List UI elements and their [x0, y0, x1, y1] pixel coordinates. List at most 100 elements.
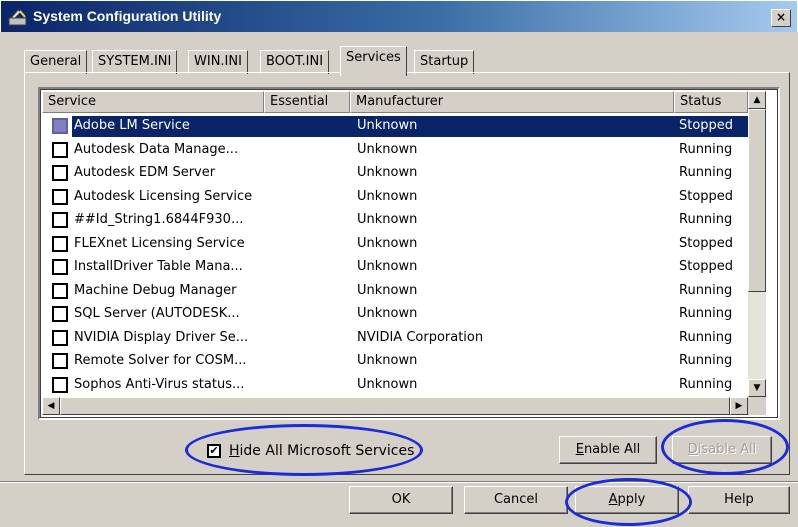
ok-button[interactable]: OK	[349, 486, 453, 514]
service-row[interactable]: Sophos Anti-Virus status... Unknown Runnin…	[42, 374, 762, 397]
scroll-right-button[interactable]: ▶	[730, 397, 748, 415]
service-checkbox[interactable]	[52, 376, 68, 393]
vertical-scrollbar[interactable]: ▲ ▼	[748, 91, 766, 397]
service-checkbox[interactable]	[52, 118, 68, 134]
system-config-app-icon	[8, 9, 27, 26]
tab-general[interactable]: General	[24, 50, 88, 74]
tab-system-ini[interactable]: SYSTEM.INI	[92, 50, 178, 74]
service-row[interactable]: Remote Solver for COSM... Unknown Running	[42, 350, 762, 373]
tab-services[interactable]: Services	[340, 46, 407, 76]
close-icon: ×	[775, 10, 787, 24]
service-row[interactable]: NVIDIA Display Driver Se... NVIDIA Corpor…	[42, 327, 762, 350]
column-header-status[interactable]: Status	[674, 91, 748, 113]
label-text: ide All Microsoft Services	[239, 443, 415, 459]
accelerator-key: A	[608, 492, 618, 507]
service-row[interactable]: Autodesk EDM Server Unknown Running	[42, 162, 762, 185]
scroll-left-button[interactable]: ◀	[42, 397, 60, 415]
scroll-down-button[interactable]: ▼	[748, 379, 766, 397]
hide-microsoft-services-label: Hide All Microsoft Services	[229, 443, 414, 459]
service-status: Running	[679, 282, 733, 298]
tab-startup[interactable]: Startup	[414, 50, 475, 74]
service-name: FLEXnet Licensing Service	[74, 235, 245, 251]
header-label: Manufacturer	[356, 94, 444, 109]
service-manufacturer: Unknown	[357, 141, 418, 157]
window-title: System Configuration Utility	[33, 8, 222, 24]
service-row[interactable]: SQL Server (AUTODESK... Unknown Running	[42, 303, 762, 326]
service-checkbox[interactable]	[52, 259, 68, 275]
service-checkbox[interactable]	[52, 353, 68, 369]
service-manufacturer: Unknown	[357, 353, 418, 368]
service-checkbox[interactable]	[52, 235, 68, 252]
header-label: Essential	[270, 94, 329, 109]
service-checkbox[interactable]	[52, 212, 68, 228]
service-row[interactable]: Autodesk Data Manage... Unknown Running	[42, 139, 762, 162]
apply-button[interactable]: Apply	[575, 486, 679, 514]
column-header-essential[interactable]: Essential	[264, 91, 350, 113]
service-name: Remote Solver for COSM...	[74, 353, 247, 368]
service-row[interactable]: Adobe LM Service Unknown Stopped	[42, 115, 762, 138]
service-checkbox[interactable]	[52, 282, 68, 299]
accelerator-key: E	[575, 442, 584, 457]
enable-all-button[interactable]: Enable All	[559, 436, 657, 464]
service-status: Running	[679, 212, 733, 227]
service-name: Autodesk EDM Server	[74, 165, 216, 180]
service-status: Running	[679, 329, 733, 345]
service-row[interactable]: Machine Debug Manager Unknown Running	[42, 280, 762, 303]
button-label: pply	[617, 492, 646, 507]
service-manufacturer: Unknown	[357, 259, 418, 274]
horizontal-scrollbar[interactable]: ◀ ▶	[42, 397, 748, 415]
service-row[interactable]: ##Id_String1.6844F930... Unknown Running	[42, 209, 762, 232]
tab-win-ini[interactable]: WIN.INI	[188, 50, 248, 74]
service-checkbox[interactable]	[52, 141, 68, 158]
service-status: Running	[679, 376, 733, 392]
disable-all-button[interactable]: Disable All	[672, 436, 772, 464]
tab-boot-ini[interactable]: BOOT.INI	[260, 50, 330, 74]
column-header-manufacturer[interactable]: Manufacturer	[350, 91, 674, 113]
button-label: isable All	[697, 442, 757, 457]
vertical-scroll-thumb[interactable]	[748, 109, 766, 292]
service-status: Running	[679, 306, 733, 321]
service-name: Adobe LM Service	[74, 118, 190, 133]
horizontal-scroll-thumb[interactable]	[60, 397, 730, 415]
column-header-service[interactable]: Service	[42, 91, 264, 113]
button-label: OK	[391, 492, 411, 507]
service-checkbox[interactable]	[52, 329, 68, 346]
service-status: Stopped	[679, 188, 734, 204]
arrow-up-icon: ▲	[753, 95, 761, 105]
scroll-corner	[748, 397, 766, 415]
scroll-up-button[interactable]: ▲	[748, 91, 766, 109]
title-bar[interactable]: System Configuration Utility ×	[0, 0, 798, 32]
service-name: InstallDriver Table Mana...	[74, 259, 243, 274]
service-name: SQL Server (AUTODESK...	[74, 306, 240, 321]
service-status: Stopped	[679, 118, 734, 133]
service-row[interactable]: FLEXnet Licensing Service Unknown Stopped	[42, 233, 762, 256]
service-name: ##Id_String1.6844F930...	[74, 212, 244, 227]
service-status: Running	[679, 353, 733, 368]
separator	[0, 481, 798, 483]
checkbox-box[interactable]: ✔	[207, 444, 221, 458]
arrow-right-icon: ▶	[735, 401, 743, 411]
cancel-button[interactable]: Cancel	[464, 486, 568, 514]
accelerator-key: D	[687, 442, 698, 457]
tab-label: Startup	[420, 54, 469, 69]
service-manufacturer: NVIDIA Corporation	[357, 329, 484, 345]
close-button[interactable]: ×	[771, 9, 791, 27]
arrow-left-icon: ◀	[47, 401, 55, 411]
service-checkbox[interactable]	[52, 188, 68, 205]
service-manufacturer: Unknown	[357, 165, 418, 180]
service-checkbox[interactable]	[52, 165, 68, 181]
service-row[interactable]: Autodesk Licensing Service Unknown Stopped	[42, 186, 762, 209]
service-checkbox[interactable]	[52, 306, 68, 322]
services-list[interactable]: Service Essential Manufacturer Status Ad…	[38, 87, 780, 420]
header-label: Status	[680, 94, 722, 109]
help-button[interactable]: Help	[688, 486, 790, 514]
service-status: Stopped	[679, 259, 734, 274]
button-label: Cancel	[493, 492, 539, 507]
arrow-down-icon: ▼	[753, 383, 761, 393]
tab-label: General	[30, 54, 82, 69]
service-name: Autodesk Licensing Service	[74, 188, 253, 204]
service-row[interactable]: InstallDriver Table Mana... Unknown Stoppe…	[42, 256, 762, 279]
service-manufacturer: Unknown	[357, 212, 418, 227]
service-status: Running	[679, 141, 733, 157]
tab-label: SYSTEM.INI	[98, 54, 172, 69]
